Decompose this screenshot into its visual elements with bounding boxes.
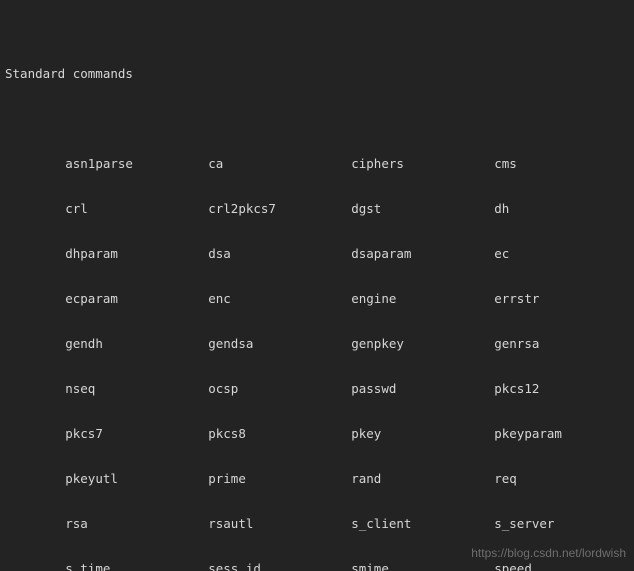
command-item[interactable]: req (494, 471, 517, 486)
command-item[interactable]: dsaparam (351, 246, 494, 261)
command-item[interactable]: pkey (351, 426, 494, 441)
command-item[interactable]: s_server (494, 516, 554, 531)
command-item[interactable]: genpkey (351, 336, 494, 351)
command-item[interactable]: sess_id (208, 561, 351, 571)
command-row: nseq ocsp passwd pkcs12 (5, 366, 634, 396)
command-row: dhparam dsa dsaparam ec (5, 231, 634, 261)
command-item[interactable]: engine (351, 291, 494, 306)
command-item[interactable]: s_client (351, 516, 494, 531)
command-item[interactable]: dhparam (65, 246, 208, 261)
command-item[interactable]: pkcs8 (208, 426, 351, 441)
command-item[interactable]: dh (494, 201, 509, 216)
command-row: ecparam enc engine errstr (5, 276, 634, 306)
command-item[interactable]: errstr (494, 291, 539, 306)
command-row: rsa rsautl s_client s_server (5, 501, 634, 531)
command-item[interactable]: crl2pkcs7 (208, 201, 351, 216)
section-heading-standard: Standard commands (5, 66, 133, 81)
command-item[interactable]: rand (351, 471, 494, 486)
command-row: pkcs7 pkcs8 pkey pkeyparam (5, 411, 634, 441)
terminal-window[interactable]: Standard commands asn1parse ca ciphers cms … (0, 0, 634, 571)
command-item[interactable]: speed (494, 561, 532, 571)
command-item[interactable]: ciphers (351, 156, 494, 171)
command-item[interactable]: crl (65, 201, 208, 216)
command-row: pkeyutl prime rand req (5, 456, 634, 486)
terminal-output: Standard commands asn1parse ca ciphers cms … (5, 6, 634, 571)
command-item[interactable]: nseq (65, 381, 208, 396)
command-item[interactable]: ecparam (65, 291, 208, 306)
command-item[interactable]: rsa (65, 516, 208, 531)
command-grid-standard: asn1parse ca ciphers cms crl crl2pkcs7 dgst dh… (5, 111, 634, 571)
command-item[interactable]: ec (494, 246, 509, 261)
command-item[interactable]: ocsp (208, 381, 351, 396)
command-item[interactable]: passwd (351, 381, 494, 396)
command-item[interactable]: gendh (65, 336, 208, 351)
command-row: asn1parse ca ciphers cms (5, 141, 634, 171)
command-row: gendh gendsa genpkey genrsa (5, 321, 634, 351)
command-item[interactable]: dgst (351, 201, 494, 216)
command-item[interactable]: pkcs7 (65, 426, 208, 441)
command-row: crl crl2pkcs7 dgst dh (5, 186, 634, 216)
command-item[interactable]: gendsa (208, 336, 351, 351)
command-item[interactable]: s_time (65, 561, 208, 571)
command-item[interactable]: genrsa (494, 336, 539, 351)
command-item[interactable]: asn1parse (65, 156, 208, 171)
command-item[interactable]: pkeyutl (65, 471, 208, 486)
command-item[interactable]: cms (494, 156, 517, 171)
watermark-url: https://blog.csdn.net/lordwish (471, 546, 626, 560)
command-item[interactable]: prime (208, 471, 351, 486)
command-item[interactable]: pkeyparam (494, 426, 562, 441)
command-item[interactable]: enc (208, 291, 351, 306)
command-item[interactable]: pkcs12 (494, 381, 539, 396)
command-item[interactable]: rsautl (208, 516, 351, 531)
command-item[interactable]: ca (208, 156, 351, 171)
command-item[interactable]: smime (351, 561, 494, 571)
command-item[interactable]: dsa (208, 246, 351, 261)
